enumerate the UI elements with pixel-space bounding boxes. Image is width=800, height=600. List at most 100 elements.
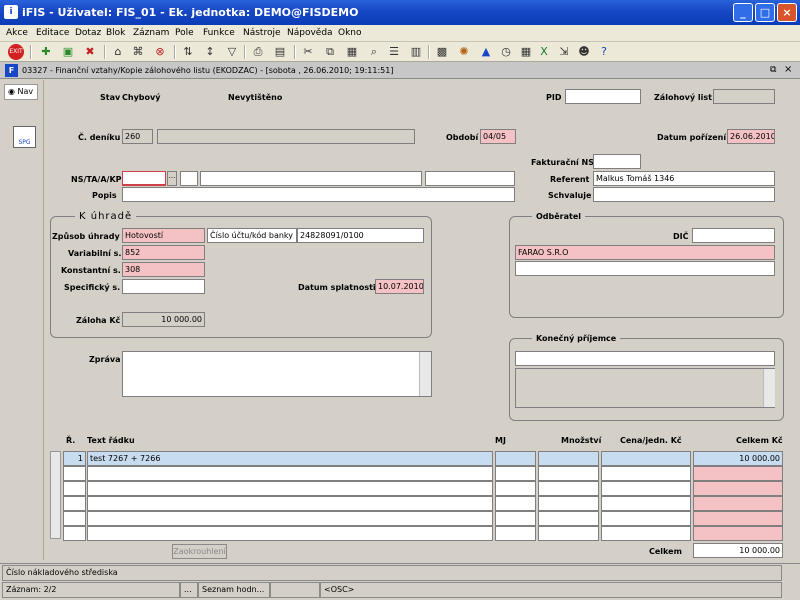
grid-row-mnozstvi[interactable] bbox=[538, 481, 599, 496]
konstantni-field[interactable]: 308 bbox=[122, 262, 205, 277]
datum-porizeni-field[interactable]: 26.06.2010 bbox=[727, 129, 775, 144]
odberatel-name-field[interactable]: FARAO S.R.O bbox=[515, 245, 775, 260]
cislo-uctu-field[interactable]: 24828091/0100 bbox=[297, 228, 424, 243]
fakturacni-ns-field[interactable] bbox=[593, 154, 641, 169]
grid-row-cena[interactable] bbox=[601, 526, 691, 541]
menu-okno[interactable]: Okno bbox=[338, 28, 362, 38]
ns-field[interactable] bbox=[122, 171, 166, 186]
grid-row-1-cena[interactable] bbox=[601, 451, 691, 466]
grid-row-mj[interactable] bbox=[495, 511, 536, 526]
a-field[interactable] bbox=[200, 171, 422, 186]
splatnost-field[interactable]: 10.07.2010 bbox=[375, 279, 424, 294]
execute-query-icon[interactable]: ⌘ bbox=[130, 44, 146, 60]
chart-icon[interactable]: ▲ bbox=[478, 44, 494, 60]
filter-icon[interactable]: ▽ bbox=[224, 44, 240, 60]
obdobi-field[interactable]: 04/05 bbox=[480, 129, 516, 144]
print-icon[interactable]: ⎙ bbox=[250, 44, 266, 60]
copy-icon[interactable]: ⧉ bbox=[322, 44, 338, 60]
prijemce-scrollbar[interactable] bbox=[763, 369, 775, 407]
menu-akce[interactable]: Akce bbox=[6, 28, 28, 38]
spg-button[interactable]: SPG bbox=[13, 126, 36, 148]
list-icon[interactable]: ☰ bbox=[386, 44, 402, 60]
grid-row-1-mj[interactable] bbox=[495, 451, 536, 466]
grid-row-mj[interactable] bbox=[495, 496, 536, 511]
grid-row-cena[interactable] bbox=[601, 496, 691, 511]
zprava-field[interactable] bbox=[122, 351, 432, 397]
grid-row-mnozstvi[interactable] bbox=[538, 496, 599, 511]
menu-dotaz[interactable]: Dotaz bbox=[75, 28, 101, 38]
grid-row-r[interactable] bbox=[63, 496, 86, 511]
restore-form-icon[interactable]: ⧉ bbox=[770, 65, 776, 75]
help-icon[interactable]: ? bbox=[596, 44, 612, 60]
grid-row-text[interactable] bbox=[87, 466, 493, 481]
save-icon[interactable]: ▣ bbox=[60, 44, 76, 60]
menu-zaznam[interactable]: Záznam bbox=[133, 28, 169, 38]
grid-row-1-text[interactable]: test 7267 + 7266 bbox=[87, 451, 493, 466]
pid-field[interactable] bbox=[565, 89, 641, 104]
grid-row-text[interactable] bbox=[87, 511, 493, 526]
grid-row-cena[interactable] bbox=[601, 511, 691, 526]
user-info-icon[interactable]: ☻ bbox=[576, 44, 592, 60]
zaokrouhleni-button[interactable]: Zaokrouhlení bbox=[172, 544, 227, 559]
nav-tab[interactable]: ◉ Nav bbox=[4, 84, 38, 100]
menu-nastroje[interactable]: Nástroje bbox=[243, 28, 281, 38]
search-icon[interactable]: ⌕ bbox=[366, 44, 382, 60]
grid-row-r[interactable] bbox=[63, 526, 86, 541]
grid-row-r[interactable] bbox=[63, 511, 86, 526]
menu-funkce[interactable]: Funkce bbox=[203, 28, 235, 38]
grid-row-r[interactable] bbox=[63, 466, 86, 481]
menu-napoveda[interactable]: Nápověda bbox=[287, 28, 333, 38]
excel-icon[interactable]: X bbox=[536, 44, 552, 60]
paste-icon[interactable]: ▦ bbox=[344, 44, 360, 60]
zpusob-uhrady-field[interactable]: Hotovostí bbox=[122, 228, 205, 243]
grid-row-mj[interactable] bbox=[495, 466, 536, 481]
columns-icon[interactable]: ▥ bbox=[408, 44, 424, 60]
grid-row-1-r[interactable]: 1 bbox=[63, 451, 86, 466]
grid-row-mj[interactable] bbox=[495, 481, 536, 496]
cancel-query-icon[interactable]: ⊗ bbox=[152, 44, 168, 60]
referent-field[interactable]: Malkus Tomáš 1346 bbox=[593, 171, 775, 186]
calendar-icon[interactable]: ▦ bbox=[518, 44, 534, 60]
menu-editace[interactable]: Editace bbox=[36, 28, 69, 38]
maximize-button[interactable]: □ bbox=[755, 3, 775, 22]
zprava-scrollbar[interactable] bbox=[419, 352, 431, 396]
minimize-button[interactable]: _ bbox=[733, 3, 753, 22]
prijemce-line1-field[interactable] bbox=[515, 351, 775, 366]
prijemce-line2-field[interactable] bbox=[515, 368, 775, 408]
popis-field[interactable] bbox=[122, 187, 515, 202]
clock-icon[interactable]: ◷ bbox=[498, 44, 514, 60]
grid-scrollbar[interactable] bbox=[50, 451, 61, 539]
grid-row-text[interactable] bbox=[87, 496, 493, 511]
grid-row-1-mnozstvi[interactable] bbox=[538, 451, 599, 466]
close-button[interactable]: × bbox=[777, 3, 797, 22]
specificky-field[interactable] bbox=[122, 279, 205, 294]
odberatel-line2-field[interactable] bbox=[515, 261, 775, 276]
ns-lookup-button[interactable]: ... bbox=[167, 171, 177, 186]
ta-field[interactable] bbox=[180, 171, 198, 186]
export-icon[interactable]: ⇲ bbox=[556, 44, 572, 60]
grid-row-mnozstvi[interactable] bbox=[538, 466, 599, 481]
grid-row-cena[interactable] bbox=[601, 481, 691, 496]
kp-field[interactable] bbox=[425, 171, 515, 186]
cdeniku-field[interactable]: 260 bbox=[122, 129, 153, 144]
enter-query-icon[interactable]: ⌂ bbox=[110, 44, 126, 60]
grid-row-r[interactable] bbox=[63, 481, 86, 496]
grid-row-text[interactable] bbox=[87, 526, 493, 541]
delete-record-icon[interactable]: ✖ bbox=[82, 44, 98, 60]
sort-icon[interactable]: ⇅ bbox=[180, 44, 196, 60]
dic-field[interactable] bbox=[692, 228, 775, 243]
cut-icon[interactable]: ✂ bbox=[300, 44, 316, 60]
sort-desc-icon[interactable]: ↕ bbox=[202, 44, 218, 60]
settings-icon[interactable]: ✺ bbox=[456, 44, 472, 60]
calculator-icon[interactable]: ▩ bbox=[434, 44, 450, 60]
zal-list-field[interactable] bbox=[713, 89, 775, 104]
print-preview-icon[interactable]: ▤ bbox=[272, 44, 288, 60]
grid-row-mnozstvi[interactable] bbox=[538, 526, 599, 541]
grid-row-mnozstvi[interactable] bbox=[538, 511, 599, 526]
new-record-icon[interactable]: ✚ bbox=[38, 44, 54, 60]
grid-row-text[interactable] bbox=[87, 481, 493, 496]
grid-row-mj[interactable] bbox=[495, 526, 536, 541]
menu-pole[interactable]: Pole bbox=[175, 28, 194, 38]
exit-icon[interactable]: EXIT bbox=[8, 44, 24, 60]
grid-row-cena[interactable] bbox=[601, 466, 691, 481]
